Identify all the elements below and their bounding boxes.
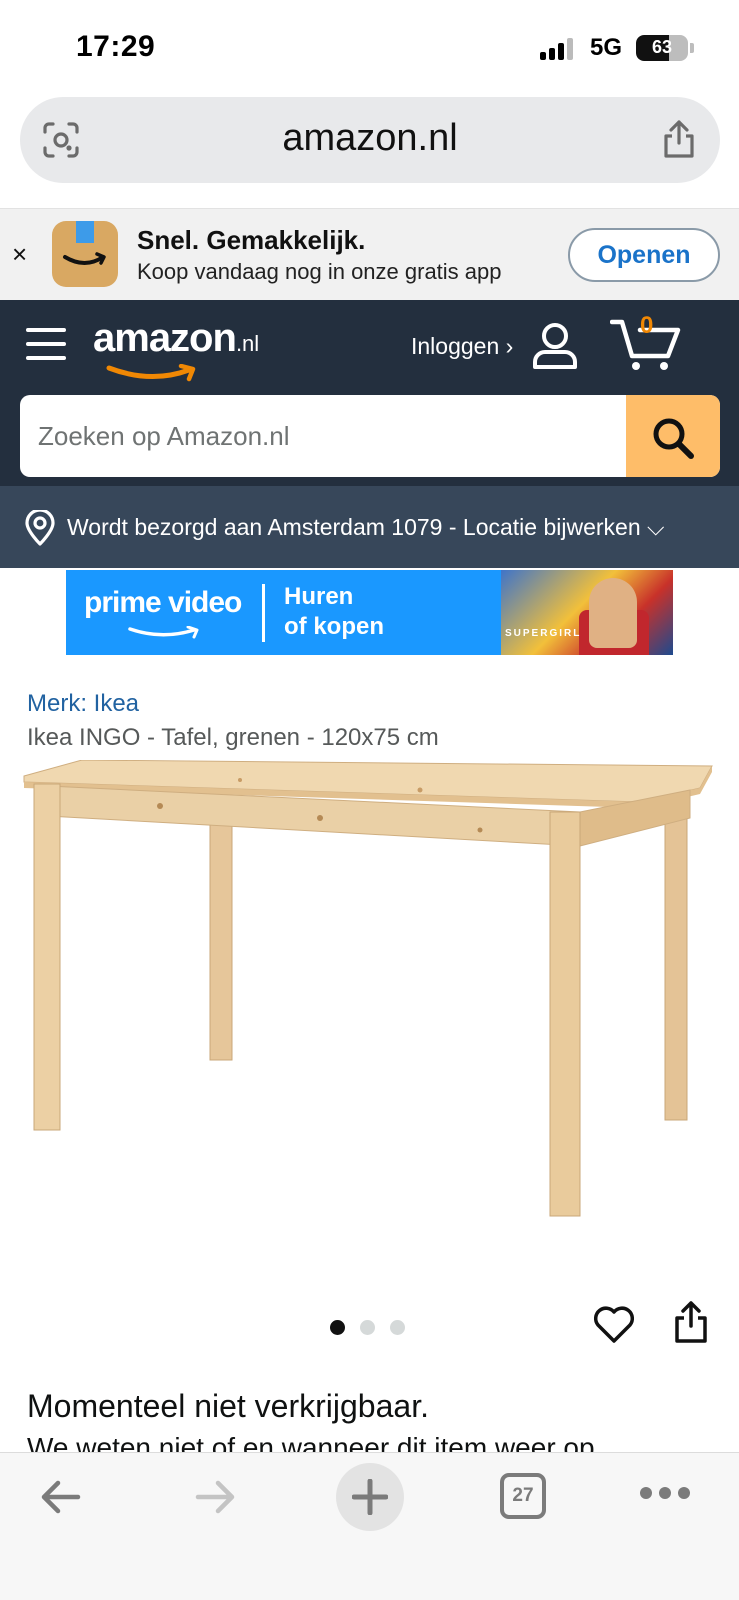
search-input[interactable] (20, 395, 626, 477)
image-carousel-dots[interactable] (330, 1320, 410, 1336)
plus-icon (352, 1479, 388, 1515)
amazon-logo[interactable]: amazon.nl (93, 316, 260, 382)
search-bar (20, 395, 720, 477)
carousel-dot[interactable] (390, 1320, 405, 1335)
cart-count: 0 (640, 312, 654, 339)
login-link[interactable]: Inloggen › (411, 333, 513, 360)
brand-link[interactable]: Merk: Ikea (27, 690, 139, 718)
new-tab-button[interactable] (336, 1463, 404, 1531)
battery-tip (690, 43, 694, 53)
network-label: 5G (590, 34, 623, 61)
status-bar: 17:29 5G 63 (0, 0, 739, 92)
search-button[interactable] (626, 395, 720, 477)
location-text[interactable]: Wordt bezorgd aan Amsterdam 1079 - Locat… (67, 514, 664, 541)
logo-text: amazon (93, 316, 237, 360)
product-title: Ikea INGO - Tafel, grenen - 120x75 cm (27, 724, 439, 751)
hamburger-icon[interactable] (26, 326, 66, 362)
prime-video-ad[interactable]: prime video Huren of kopen SUPERGIRL (66, 570, 673, 655)
search-icon (653, 418, 694, 459)
heart-icon[interactable] (593, 1305, 635, 1345)
address-bar[interactable]: amazon.nl (20, 97, 720, 183)
logo-tld: .nl (235, 331, 260, 356)
browser-toolbar: 27 (0, 1452, 739, 1600)
battery-icon: 63 (636, 35, 688, 61)
back-arrow-icon[interactable] (38, 1477, 84, 1517)
open-app-button[interactable]: Openen (568, 228, 720, 282)
availability-title: Momenteel niet verkrijgbaar. (27, 1388, 429, 1424)
forward-arrow-icon[interactable] (192, 1477, 238, 1517)
banner-subtitle: Koop vandaag nog in onze gratis app (137, 259, 502, 284)
supergirl-artwork: SUPERGIRL (501, 570, 673, 655)
share-icon[interactable] (660, 119, 698, 159)
prime-art-caption: SUPERGIRL (505, 628, 582, 639)
amazon-header: amazon.nl Inloggen › 0 (0, 300, 739, 486)
app-install-banner: × Snel. Gemakkelijk. Koop vandaag nog in… (0, 208, 739, 300)
prime-cta-line1: Huren (284, 583, 354, 610)
signal-icon (540, 38, 576, 60)
smile-icon (106, 364, 196, 382)
carousel-dot[interactable] (360, 1320, 375, 1335)
battery-percent: 63 (651, 37, 673, 57)
banner-title: Snel. Gemakkelijk. (137, 225, 366, 255)
carousel-dot[interactable] (330, 1320, 345, 1335)
close-icon[interactable]: × (12, 239, 27, 270)
url-text[interactable]: amazon.nl (20, 117, 720, 160)
share-icon[interactable] (673, 1300, 709, 1344)
prime-video-logo: prime video (84, 586, 242, 619)
delivery-location-bar[interactable]: Wordt bezorgd aan Amsterdam 1079 - Locat… (0, 486, 739, 568)
prime-divider (262, 584, 265, 642)
tabs-icon[interactable]: 27 (500, 1473, 546, 1519)
prime-smile-icon (128, 626, 199, 639)
location-pin-icon (25, 510, 55, 546)
prime-cta: Huren of kopen (284, 582, 384, 642)
product-image[interactable] (20, 760, 720, 1250)
amazon-app-icon (52, 221, 118, 287)
more-icon[interactable] (640, 1487, 690, 1501)
prime-cta-line2: of kopen (284, 613, 384, 640)
status-time: 17:29 (76, 30, 156, 63)
user-icon[interactable] (530, 322, 580, 370)
